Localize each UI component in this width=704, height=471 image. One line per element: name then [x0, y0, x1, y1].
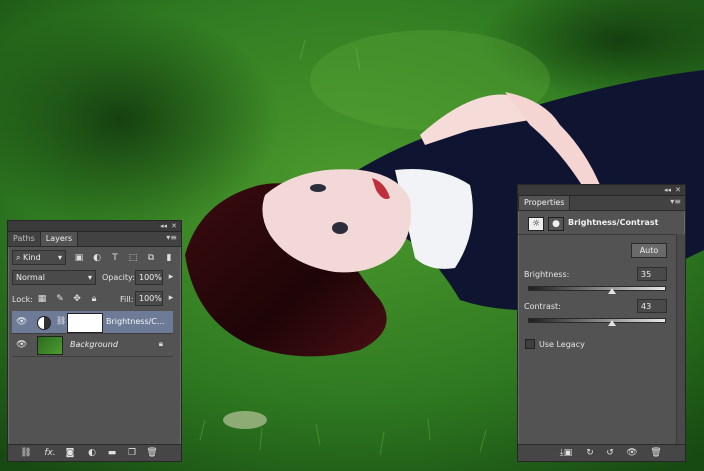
group-icon[interactable]: ▬ — [106, 447, 118, 459]
brightness-label: Brightness: — [524, 270, 570, 279]
filter-smart-object-icon[interactable]: ⧉ — [145, 252, 157, 264]
properties-panel-titlebar[interactable]: ◂◂ ✕ — [518, 185, 685, 196]
new-layer-icon[interactable]: ❐ — [126, 447, 138, 459]
toggle-visibility-icon[interactable]: 👁︎ — [626, 447, 638, 459]
layers-panel-titlebar[interactable]: ◂◂ ✕ — [8, 221, 181, 232]
reset-icon[interactable]: ↺ — [604, 447, 616, 459]
layers-tabs: Paths Layers ▾≡ — [8, 232, 181, 247]
tab-layers[interactable]: Layers — [39, 232, 79, 246]
filter-toggle-icon[interactable]: ▮ — [163, 252, 175, 264]
opacity-field[interactable]: 100% — [135, 270, 163, 285]
opacity-dropdown-icon[interactable]: ▸ — [165, 271, 177, 283]
collapse-icon[interactable]: ◂◂ — [160, 221, 167, 231]
contrast-slider-thumb[interactable] — [608, 320, 617, 326]
adjustment-icon[interactable]: ◐ — [86, 447, 98, 459]
filter-shape-icon[interactable]: ⬚ — [127, 252, 139, 264]
auto-button[interactable]: Auto — [631, 243, 667, 258]
layer-row-brightness-contrast[interactable]: 👁︎ ⛓ Brightness/C... — [12, 311, 173, 334]
brightness-field[interactable]: 35 — [637, 267, 667, 281]
lock-image-icon[interactable]: ✎ — [54, 293, 66, 305]
filter-kind-value: Kind — [23, 253, 41, 262]
close-icon[interactable]: ✕ — [675, 185, 681, 195]
collapse-icon[interactable]: ◂◂ — [664, 185, 671, 195]
tab-paths[interactable]: Paths — [8, 232, 40, 246]
layer-thumbnail — [37, 336, 63, 355]
contrast-label: Contrast: — [524, 302, 561, 311]
properties-tabs: Properties ▾≡ — [518, 196, 685, 211]
layer-chain-icon[interactable]: ⛓ — [56, 316, 66, 325]
layer-mask-icon[interactable]: ● — [548, 217, 564, 231]
fill-field[interactable]: 100% — [135, 291, 163, 306]
tab-properties[interactable]: Properties — [518, 196, 571, 210]
clip-to-layer-icon[interactable]: ⤓▣ — [558, 447, 574, 459]
filter-pixel-icon[interactable]: ▣ — [73, 252, 85, 264]
properties-bottom-bar: ⤓▣ ↻ ↺ 👁︎ 🗑︎ — [518, 444, 685, 461]
brightness-slider-track[interactable] — [528, 286, 666, 291]
lock-all-icon[interactable]: 🔒︎ — [88, 293, 100, 305]
search-icon: ⌕ — [16, 253, 21, 262]
contrast-field[interactable]: 43 — [637, 299, 667, 313]
mask-icon[interactable]: ◙ — [64, 447, 76, 459]
opacity-label: Opacity: — [102, 273, 135, 282]
properties-panel: ◂◂ ✕ Properties ▾≡ ☼ ● Brightness/Contra… — [517, 184, 686, 462]
layers-panel: ◂◂ ✕ Paths Layers ▾≡ ⌕ Kind ▾ ▣ ◐ T ⬚ ⧉ … — [7, 220, 182, 462]
layers-bottom-bar: ⛓ fx. ◙ ◐ ▬ ❐ 🗑︎ — [8, 444, 181, 461]
brightness-slider-thumb[interactable] — [607, 288, 616, 294]
layer-mask-thumbnail[interactable] — [67, 313, 103, 333]
brightness-contrast-icon: ☼ — [528, 217, 544, 231]
fill-dropdown-icon[interactable]: ▸ — [165, 292, 177, 304]
filter-kind-select[interactable]: ⌕ Kind ▾ — [12, 250, 66, 265]
contrast-slider-track[interactable] — [528, 318, 666, 323]
layer-name[interactable]: Brightness/C... — [106, 317, 165, 326]
use-legacy-checkbox[interactable] — [525, 339, 535, 349]
fill-label: Fill: — [120, 295, 134, 304]
layer-name[interactable]: Background — [70, 340, 118, 349]
lock-label: Lock: — [12, 295, 33, 304]
properties-scrollbar[interactable] — [676, 234, 685, 444]
lock-position-icon[interactable]: ✥ — [71, 293, 83, 305]
adjustment-layer-icon — [37, 316, 51, 330]
lock-transparent-icon[interactable]: ▦ — [36, 293, 48, 305]
lock-icon: 🔒︎ — [158, 339, 163, 348]
chevron-down-icon: ▾ — [57, 253, 62, 262]
blend-mode-value: Normal — [16, 273, 45, 282]
trash-icon[interactable]: 🗑︎ — [650, 447, 662, 459]
adjustment-title: Brightness/Contrast — [568, 218, 659, 227]
close-icon[interactable]: ✕ — [171, 221, 177, 231]
view-previous-state-icon[interactable]: ↻ — [582, 447, 598, 459]
chevron-down-icon: ▾ — [87, 273, 92, 282]
visibility-eye-icon[interactable]: 👁︎ — [16, 339, 28, 351]
link-icon[interactable]: ⛓ — [20, 447, 32, 459]
filter-adjustment-icon[interactable]: ◐ — [91, 252, 103, 264]
use-legacy-label: Use Legacy — [539, 340, 585, 349]
properties-header: ☼ ● Brightness/Contrast — [518, 212, 685, 235]
panel-menu-icon[interactable]: ▾≡ — [166, 233, 177, 242]
blend-mode-select[interactable]: Normal ▾ — [12, 270, 96, 285]
layer-row-background[interactable]: 👁︎ Background 🔒︎ — [12, 334, 173, 357]
panel-menu-icon[interactable]: ▾≡ — [670, 197, 681, 206]
filter-type-icon[interactable]: T — [109, 252, 121, 264]
fx-icon[interactable]: fx. — [42, 447, 58, 459]
visibility-eye-icon[interactable]: 👁︎ — [16, 316, 28, 328]
trash-icon[interactable]: 🗑︎ — [146, 447, 158, 459]
